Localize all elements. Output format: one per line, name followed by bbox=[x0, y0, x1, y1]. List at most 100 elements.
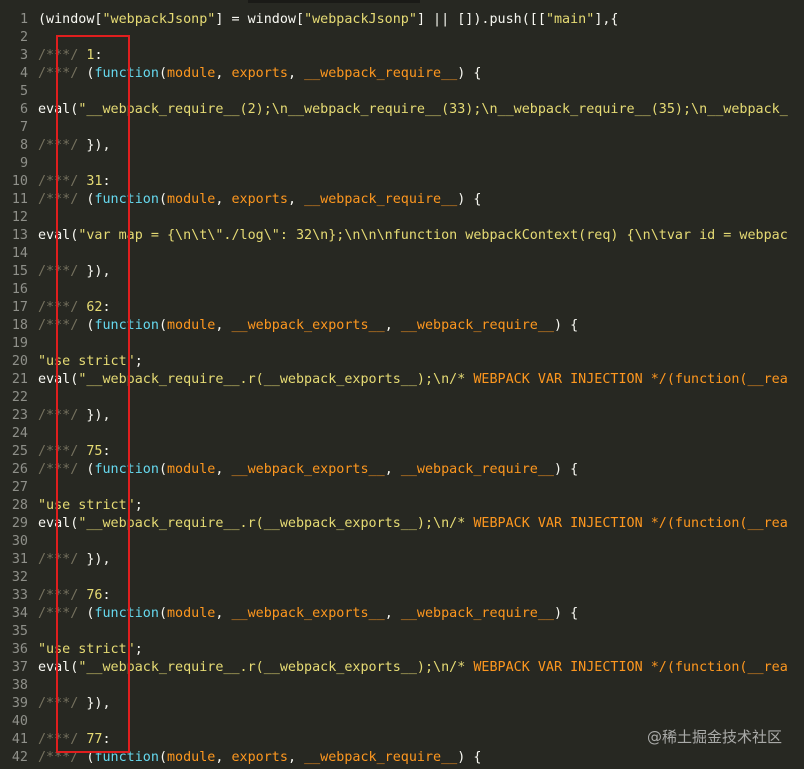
code-text: /***/ (function(module, __webpack_export… bbox=[38, 461, 578, 479]
code-token: module bbox=[167, 192, 216, 207]
code-line[interactable]: 36 "use strict"; bbox=[0, 641, 804, 659]
code-line[interactable]: 35 bbox=[0, 623, 804, 641]
code-line[interactable]: 37 eval("__webpack_require__.r(__webpack_… bbox=[0, 659, 804, 677]
code-line[interactable]: 1 (window["webpackJsonp"] = window["webpa… bbox=[0, 11, 804, 29]
code-text: /***/ (function(module, exports, __webpa… bbox=[38, 749, 481, 767]
code-token: 77 bbox=[86, 732, 103, 747]
code-line[interactable]: 28 "use strict"; bbox=[0, 497, 804, 515]
code-line[interactable]: 19 bbox=[0, 335, 804, 353]
code-line[interactable]: 6 eval("__webpack_require__(2);\n__webpac… bbox=[0, 101, 804, 119]
code-token: "__webpack_require__.r(__webpack_exports… bbox=[78, 516, 474, 531]
code-token: module bbox=[167, 318, 216, 333]
code-line[interactable]: 27 bbox=[0, 479, 804, 497]
line-number: 35 bbox=[11, 624, 28, 639]
code-line[interactable]: 38 bbox=[0, 677, 804, 695]
line-number: 37 bbox=[11, 660, 28, 675]
code-token: __webpack_exports__ bbox=[231, 318, 385, 333]
line-number: 4 bbox=[19, 66, 28, 81]
code-text: /***/ 31: bbox=[38, 173, 111, 191]
code-line[interactable]: 3 /***/ 1: bbox=[0, 47, 804, 65]
code-token: , bbox=[215, 606, 232, 621]
code-line[interactable]: 14 bbox=[0, 245, 804, 263]
code-token: ) { bbox=[457, 750, 482, 765]
code-line[interactable]: 4 /***/ (function(module, exports, __webp… bbox=[0, 65, 804, 83]
code-line[interactable]: 8 /***/ }), bbox=[0, 137, 804, 155]
code-token: ; bbox=[134, 642, 143, 657]
code-token: exports bbox=[231, 66, 288, 81]
code-token: /***/ bbox=[38, 192, 87, 207]
line-number: 7 bbox=[19, 120, 28, 135]
code-line[interactable]: 23 /***/ }), bbox=[0, 407, 804, 425]
code-line[interactable]: 32 bbox=[0, 569, 804, 587]
code-token: ] = window[ bbox=[215, 12, 305, 27]
code-line[interactable]: 5 bbox=[0, 83, 804, 101]
code-token: /***/ bbox=[38, 138, 87, 153]
code-token: }), bbox=[86, 408, 111, 423]
code-line[interactable]: 10 /***/ 31: bbox=[0, 173, 804, 191]
code-editor[interactable]: 1 (window["webpackJsonp"] = window["webpa… bbox=[0, 0, 804, 769]
line-number: 31 bbox=[11, 552, 28, 567]
code-line[interactable]: 18 /***/ (function(module, __webpack_expo… bbox=[0, 317, 804, 335]
code-line[interactable]: 26 /***/ (function(module, __webpack_expo… bbox=[0, 461, 804, 479]
code-token: ( bbox=[158, 750, 167, 765]
code-token: eval( bbox=[38, 102, 79, 117]
code-token: }), bbox=[86, 552, 111, 567]
code-line[interactable]: 29 eval("__webpack_require__.r(__webpack_… bbox=[0, 515, 804, 533]
code-token: __webpack_require__ bbox=[304, 66, 458, 81]
code-line[interactable]: 42 /***/ (function(module, exports, __web… bbox=[0, 749, 804, 767]
code-token: , bbox=[215, 318, 232, 333]
code-line[interactable]: 7 bbox=[0, 119, 804, 137]
code-token: : bbox=[94, 48, 103, 63]
code-text: /***/ }), bbox=[38, 263, 111, 281]
code-token: ( bbox=[158, 66, 167, 81]
code-token: ) { bbox=[457, 192, 482, 207]
code-token: /***/ bbox=[38, 48, 87, 63]
line-number: 3 bbox=[19, 48, 28, 63]
code-line[interactable]: 34 /***/ (function(module, __webpack_expo… bbox=[0, 605, 804, 623]
line-number: 42 bbox=[11, 750, 28, 765]
line-number: 29 bbox=[11, 516, 28, 531]
code-text: /***/ 75: bbox=[38, 443, 111, 461]
code-token: ; bbox=[134, 354, 143, 369]
code-line[interactable]: 12 bbox=[0, 209, 804, 227]
code-line[interactable]: 31 /***/ }), bbox=[0, 551, 804, 569]
code-token: ) { bbox=[457, 66, 482, 81]
line-number: 11 bbox=[11, 192, 28, 207]
code-line[interactable]: 2 bbox=[0, 29, 804, 47]
code-line[interactable]: 20 "use strict"; bbox=[0, 353, 804, 371]
code-token: , bbox=[215, 192, 232, 207]
line-number: 9 bbox=[19, 156, 28, 171]
code-token: module bbox=[167, 606, 216, 621]
code-token: __webpack_exports__ bbox=[231, 462, 385, 477]
code-line[interactable]: 17 /***/ 62: bbox=[0, 299, 804, 317]
code-line[interactable]: 30 bbox=[0, 533, 804, 551]
code-line[interactable]: 16 bbox=[0, 281, 804, 299]
code-token: ( bbox=[158, 318, 167, 333]
code-line[interactable]: 22 bbox=[0, 389, 804, 407]
code-token: function bbox=[94, 66, 159, 81]
code-token: function bbox=[94, 192, 159, 207]
line-number: 23 bbox=[11, 408, 28, 423]
code-token: , bbox=[287, 750, 305, 765]
code-line[interactable]: 21 eval("__webpack_require__.r(__webpack_… bbox=[0, 371, 804, 389]
code-line[interactable]: 25 /***/ 75: bbox=[0, 443, 804, 461]
code-text: /***/ }), bbox=[38, 551, 111, 569]
code-line[interactable]: 9 bbox=[0, 155, 804, 173]
code-line[interactable]: 33 /***/ 76: bbox=[0, 587, 804, 605]
code-line[interactable]: 13 eval("var map = {\n\t\"./log\": 32\n};… bbox=[0, 227, 804, 245]
line-number: 8 bbox=[19, 138, 28, 153]
code-text: /***/ 62: bbox=[38, 299, 111, 317]
code-token: , bbox=[384, 462, 401, 477]
code-line[interactable]: 15 /***/ }), bbox=[0, 263, 804, 281]
code-line[interactable]: 39 /***/ }), bbox=[0, 695, 804, 713]
line-number: 12 bbox=[11, 210, 28, 225]
code-token: ; bbox=[134, 498, 143, 513]
line-number: 21 bbox=[11, 372, 28, 387]
code-token: exports bbox=[231, 192, 288, 207]
code-line[interactable]: 11 /***/ (function(module, exports, __web… bbox=[0, 191, 804, 209]
line-number: 16 bbox=[11, 282, 28, 297]
line-number: 34 bbox=[11, 606, 28, 621]
code-token: exports bbox=[231, 750, 288, 765]
code-token: function bbox=[94, 606, 159, 621]
code-line[interactable]: 24 bbox=[0, 425, 804, 443]
